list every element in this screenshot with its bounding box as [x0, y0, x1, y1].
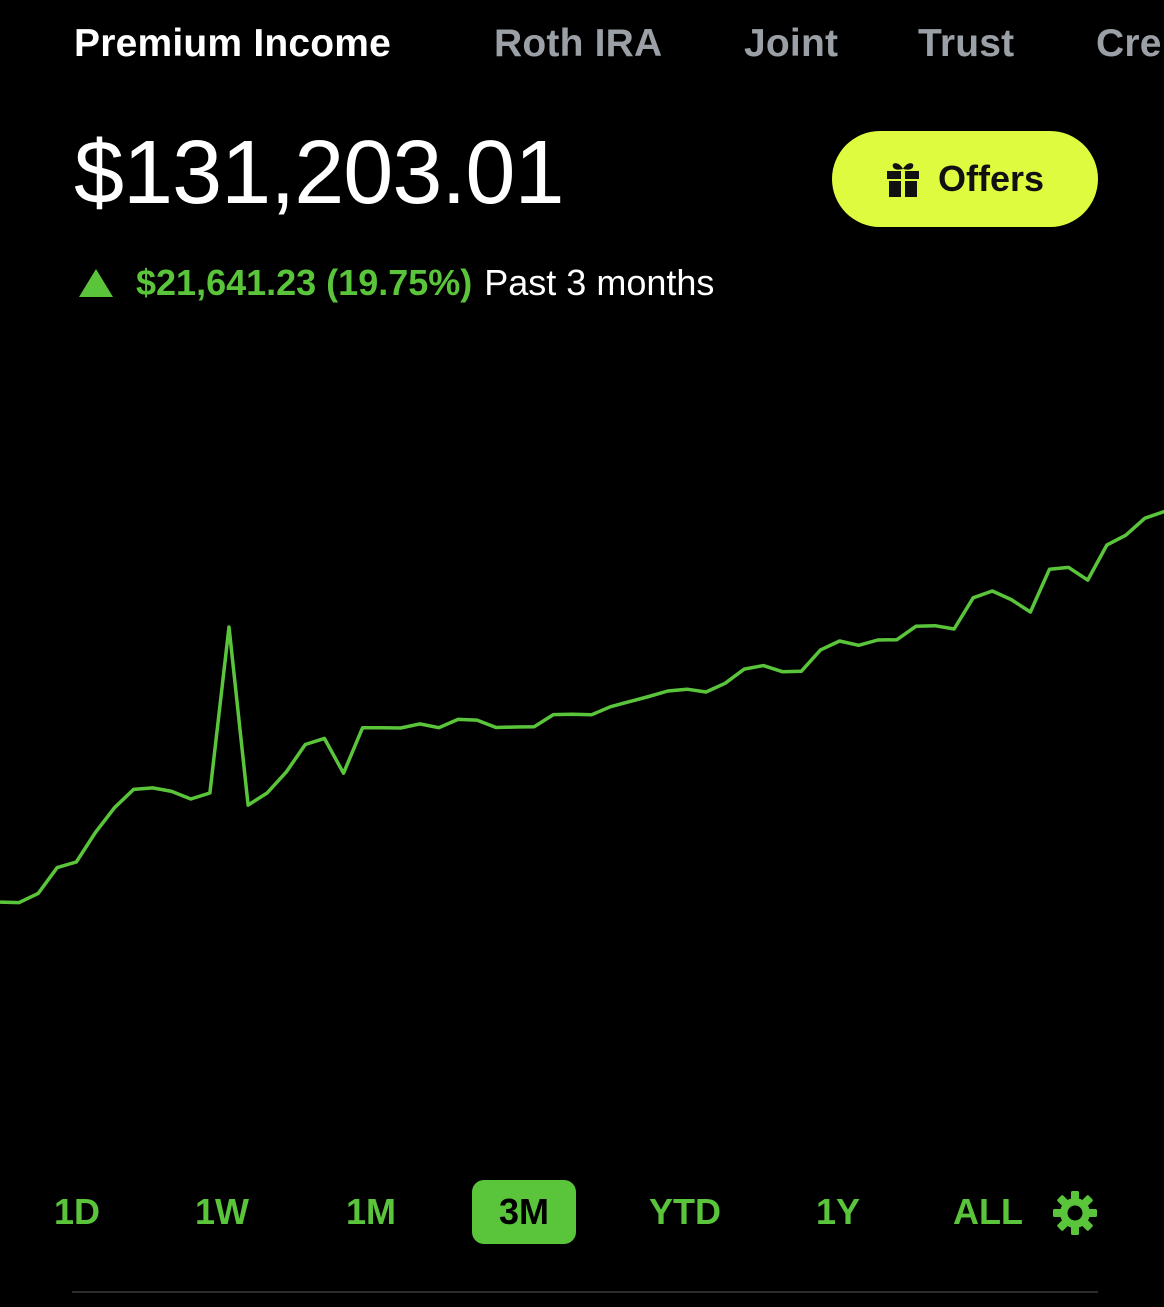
tab-joint[interactable]: Joint — [744, 22, 838, 66]
portfolio-balance: $131,203.01 — [74, 123, 564, 223]
gift-icon — [886, 163, 919, 197]
portfolio-screen: Premium Income Roth IRA Joint Trust Cre … — [0, 0, 1164, 1307]
chart-series-line — [0, 509, 1164, 905]
change-period: Past 3 months — [484, 262, 715, 303]
range-selector: 1D 1W 1M 3M YTD 1Y ALL — [0, 1180, 1164, 1244]
tab-trust[interactable]: Trust — [918, 22, 1014, 66]
range-all[interactable]: ALL — [948, 1180, 1028, 1244]
range-1w[interactable]: 1W — [186, 1180, 258, 1244]
range-1y[interactable]: 1Y — [808, 1180, 868, 1244]
triangle-up-icon — [78, 268, 114, 298]
range-ytd[interactable]: YTD — [642, 1180, 728, 1244]
range-1d[interactable]: 1D — [44, 1180, 110, 1244]
bottom-divider — [72, 1291, 1098, 1293]
range-1m[interactable]: 1M — [336, 1180, 406, 1244]
gear-icon[interactable] — [1052, 1190, 1098, 1236]
tab-premium-income[interactable]: Premium Income — [74, 22, 391, 66]
tab-credit[interactable]: Cre — [1096, 22, 1162, 66]
performance-change: $21,641.23 (19.75%) Past 3 months — [78, 262, 714, 304]
tab-roth-ira[interactable]: Roth IRA — [494, 22, 662, 66]
offers-button[interactable]: Offers — [832, 131, 1098, 227]
range-3m[interactable]: 3M — [472, 1180, 576, 1244]
change-amount: $21,641.23 (19.75%) — [136, 262, 473, 303]
offers-label: Offers — [937, 158, 1045, 199]
